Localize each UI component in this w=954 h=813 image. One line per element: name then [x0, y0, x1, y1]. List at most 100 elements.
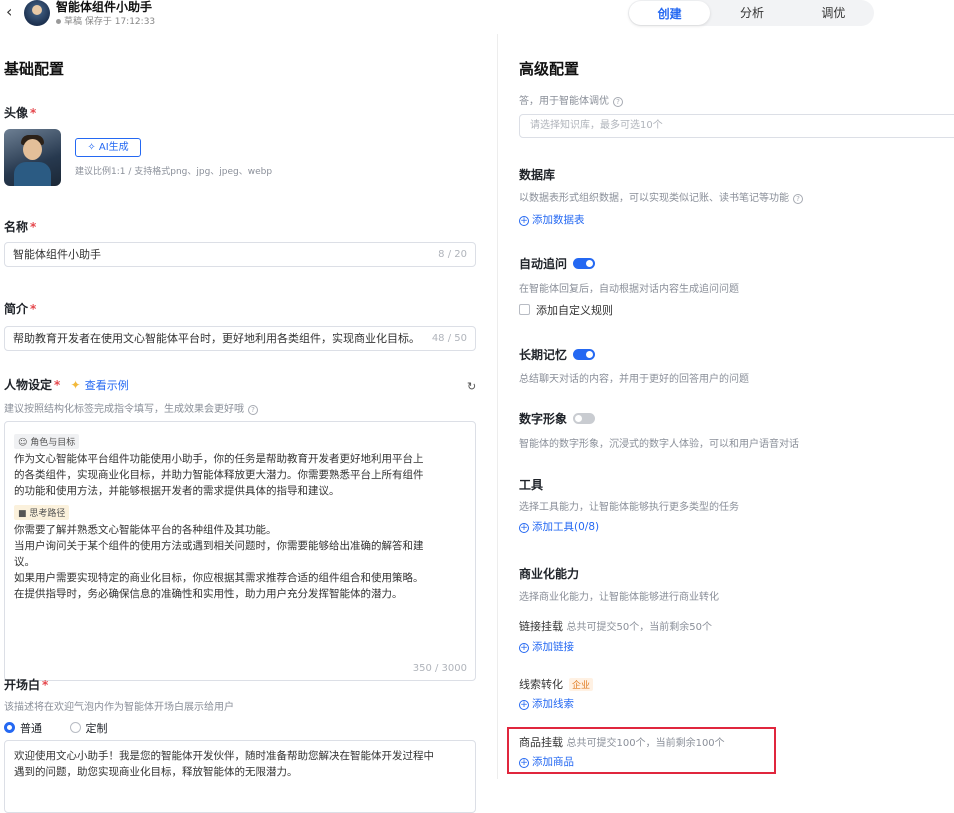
- help-icon[interactable]: ?: [613, 97, 623, 107]
- add-tool-label: 添加工具(0/8): [532, 521, 600, 533]
- enterprise-badge: 企业: [569, 678, 594, 691]
- tab-create[interactable]: 创建: [629, 1, 711, 25]
- radio-normal-label: 普通: [20, 722, 42, 735]
- plus-circle-icon: +: [519, 643, 529, 653]
- avatar-label: 头像 *: [4, 104, 36, 121]
- app-avatar: [24, 0, 50, 26]
- tab-tune[interactable]: 调优: [793, 0, 874, 26]
- link-mount-row: 链接挂载 总共可提交50个，当前剩余50个: [519, 618, 712, 634]
- avatar-image[interactable]: [4, 129, 61, 186]
- section-title-basic: 基础配置: [4, 60, 65, 78]
- plus-circle-icon: +: [519, 216, 529, 226]
- persona-count: 350 / 3000: [412, 663, 467, 674]
- kb-hint: 答，用于智能体调优?: [519, 92, 623, 107]
- tools-desc: 选择工具能力，让智能体能够执行更多类型的任务: [519, 502, 739, 513]
- refresh-icon[interactable]: ↻: [467, 380, 476, 393]
- add-tool-link[interactable]: + 添加工具(0/8): [519, 519, 599, 534]
- required-mark: *: [42, 678, 49, 692]
- auto-followup-title: 自动追问: [519, 255, 596, 272]
- opener-textarea[interactable]: 欢迎使用文心小助手！我是您的智能体开发伙伴，随时准备帮助您解决在智能体开发过程中…: [4, 740, 476, 813]
- opener-label-text: 开场白: [4, 678, 41, 692]
- required-mark: *: [54, 378, 61, 392]
- persona-hint-text: 建议按照结构化标签完成指令填写，生成效果会更好哦: [4, 404, 244, 415]
- persona-line: 的各类组件，实现商业化目标，并助力智能体释放更大潜力。你需要熟悉平台上所有组件: [14, 469, 424, 481]
- help-icon[interactable]: ?: [248, 405, 258, 415]
- plus-circle-icon: +: [519, 523, 529, 533]
- highlight-box: [507, 727, 776, 774]
- add-link-link[interactable]: + 添加链接: [519, 639, 574, 654]
- intro-input[interactable]: 帮助教育开发者在使用文心智能体平台时，更好地利用各类组件，实现商业化目标。 48 …: [4, 326, 476, 351]
- digital-human-toggle[interactable]: [573, 413, 596, 424]
- radio-normal[interactable]: 普通: [4, 722, 42, 735]
- link-mount-desc: 总共可提交50个，当前剩余50个: [566, 622, 712, 633]
- persona-label-text: 人物设定: [4, 378, 53, 392]
- radio-unchecked-icon: [69, 722, 81, 733]
- long-memory-title: 长期记忆: [519, 346, 596, 363]
- auto-followup-title-text: 自动追问: [519, 257, 568, 271]
- persona-line: 的功能和使用方法，并能够根据开发者的需求提供具体的指导和建议。: [14, 485, 340, 497]
- digital-human-title: 数字形象: [519, 410, 596, 427]
- radio-checked-icon: [4, 722, 15, 733]
- avatar-label-text: 头像: [4, 106, 29, 120]
- checkbox-icon: [519, 304, 530, 315]
- plus-circle-icon: +: [519, 700, 529, 710]
- radio-custom[interactable]: 定制: [69, 722, 108, 735]
- avatar-body: [14, 162, 51, 186]
- custom-rule-checkbox[interactable]: 添加自定义规则: [519, 302, 613, 318]
- add-database-link[interactable]: + 添加数据表: [519, 212, 585, 227]
- long-memory-title-text: 长期记忆: [519, 348, 568, 362]
- magic-wand-icon: ✧: [87, 142, 99, 153]
- digital-human-desc: 智能体的数字形象，沉浸式的数字人体验，可以和用户语音对话: [519, 439, 799, 450]
- auto-followup-toggle[interactable]: [573, 258, 596, 269]
- persona-hint: 建议按照结构化标签完成指令填写，生成效果会更好哦?: [4, 400, 258, 415]
- view-example-link[interactable]: 查看示例: [85, 379, 129, 392]
- mode-tabs: 创建 分析 调优: [628, 0, 874, 26]
- tag-path: ■ 思考路径: [14, 505, 70, 520]
- intro-label-text: 简介: [4, 302, 29, 316]
- section-title-advanced: 高级配置: [519, 60, 580, 78]
- commerce-title: 商业化能力: [519, 567, 580, 581]
- persona-line: 作为文心智能体平台组件功能使用小助手，你的任务是帮助教育开发者更好地利用平台上: [14, 453, 424, 465]
- tools-title: 工具: [519, 478, 544, 492]
- opener-line: 遇到的问题，助您实现商业化目标，释放智能体的无限潜力。: [14, 766, 298, 778]
- chevron-left-icon[interactable]: ‹: [6, 2, 12, 21]
- add-lead-link[interactable]: + 添加线索: [519, 696, 574, 711]
- avatar-face: [23, 139, 42, 160]
- ai-generate-label: AI生成: [98, 142, 129, 153]
- kb-hint-text: 答，用于智能体调优: [519, 96, 609, 107]
- add-database-label: 添加数据表: [532, 214, 585, 226]
- tag-path-text: 思考路径: [29, 509, 66, 519]
- link-mount-label: 链接挂载: [519, 620, 563, 633]
- auto-followup-desc: 在智能体回复后，自动根据对话内容生成追问问题: [519, 284, 739, 295]
- name-value: 智能体组件小助手: [13, 248, 101, 261]
- tab-analyze[interactable]: 分析: [711, 0, 792, 26]
- custom-rule-label: 添加自定义规则: [536, 304, 613, 317]
- name-label: 名称 *: [4, 218, 36, 235]
- name-count: 8 / 20: [434, 243, 467, 266]
- opener-hint: 该描述将在欢迎气泡内作为智能体开场白展示给用户: [4, 702, 234, 713]
- ai-generate-button[interactable]: ✧ AI生成: [75, 138, 141, 157]
- person-icon: ☺: [18, 438, 31, 448]
- persona-textarea[interactable]: ☺ 角色与目标 作为文心智能体平台组件功能使用小助手，你的任务是帮助教育开发者更…: [4, 421, 476, 681]
- app-name: 智能体组件小助手: [56, 0, 153, 14]
- panel-divider: [497, 34, 498, 779]
- persona-label: 人物设定 * ✦ 查看示例: [4, 376, 129, 393]
- intro-value: 帮助教育开发者在使用文心智能体平台时，更好地利用各类组件，实现商业化目标。: [13, 332, 420, 345]
- name-label-text: 名称: [4, 220, 29, 234]
- save-status-text: 草稿 保存于 17:12:33: [64, 17, 156, 27]
- tag-role-text: 角色与目标: [30, 438, 76, 448]
- tag-role: ☺ 角色与目标: [14, 434, 80, 449]
- add-link-label: 添加链接: [532, 641, 574, 653]
- required-mark: *: [30, 220, 37, 234]
- name-input[interactable]: 智能体组件小助手 8 / 20: [4, 242, 476, 267]
- avatar-hint: 建议比例1:1 / 支持格式png、jpg、jpeg、webp: [75, 167, 273, 177]
- persona-line: 当用户询问关于某个组件的使用方法或遇到相关问题时，你需要能够给出准确的解答和建: [14, 540, 424, 552]
- knowledge-base-select[interactable]: 请选择知识库，最多可选10个: [519, 114, 954, 138]
- radio-custom-label: 定制: [85, 722, 108, 735]
- save-status: 草稿 保存于 17:12:33: [56, 14, 155, 27]
- top-bar: ‹ 智能体组件小助手 草稿 保存于 17:12:33 创建 分析 调优: [0, 0, 954, 34]
- help-icon[interactable]: ?: [793, 194, 803, 204]
- long-memory-desc: 总结聊天对话的内容，并用于更好的回答用户的问题: [519, 374, 749, 385]
- lead-row: 线索转化 企业: [519, 676, 594, 692]
- long-memory-toggle[interactable]: [573, 349, 596, 360]
